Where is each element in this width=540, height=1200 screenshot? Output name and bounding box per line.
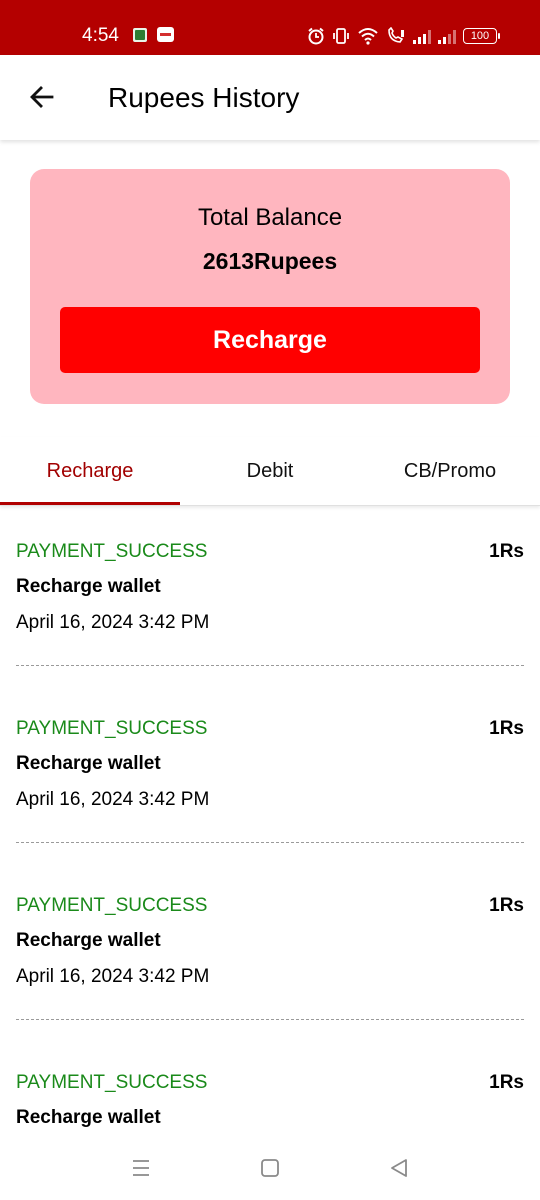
transaction-date: April 16, 2024 3:42 PM: [16, 789, 210, 810]
signal-icon-2: [438, 28, 456, 44]
dashed-divider: [16, 665, 524, 666]
status-time: 4:54: [82, 25, 119, 46]
dashed-divider: [16, 1019, 524, 1020]
transaction-status: PAYMENT_SUCCESS: [16, 895, 208, 916]
balance-label: Total Balance: [197, 204, 343, 231]
back-icon[interactable]: [387, 1156, 411, 1180]
transaction-amount: 1Rs: [489, 541, 524, 562]
news-app-icon: [157, 27, 174, 42]
transaction-date: April 16, 2024 3:42 PM: [16, 966, 210, 987]
arrow-left-icon[interactable]: [28, 83, 56, 111]
wifi-calling-icon: [388, 27, 404, 43]
transaction-status: PAYMENT_SUCCESS: [16, 718, 208, 739]
transaction-title: Recharge wallet: [16, 930, 161, 951]
status-icons: 100: [307, 24, 500, 48]
list-item[interactable]: PAYMENT_SUCCESS 1Rs Recharge wallet: [0, 1038, 540, 1148]
alarm-icon: [308, 27, 324, 45]
transaction-amount: 1Rs: [489, 1072, 524, 1093]
transaction-list[interactable]: PAYMENT_SUCCESS 1Rs Recharge wallet Apri…: [0, 507, 540, 1148]
tab-debit[interactable]: Debit: [180, 437, 360, 505]
balance-card: Total Balance 2613Rupees Recharge: [30, 169, 510, 404]
signal-icon: [413, 28, 431, 44]
transaction-title: Recharge wallet: [16, 1107, 161, 1128]
transaction-amount: 1Rs: [489, 895, 524, 916]
tab-recharge[interactable]: Recharge: [0, 437, 180, 505]
list-item[interactable]: PAYMENT_SUCCESS 1Rs Recharge wallet Apri…: [0, 861, 540, 1038]
vibrate-icon: [333, 28, 349, 44]
transaction-date: April 16, 2024 3:42 PM: [16, 612, 210, 633]
transaction-status: PAYMENT_SUCCESS: [16, 1072, 208, 1093]
status-bar: 4:54 100: [0, 0, 540, 55]
transaction-status: PAYMENT_SUCCESS: [16, 541, 208, 562]
recharge-button[interactable]: Recharge: [60, 307, 480, 373]
list-item[interactable]: PAYMENT_SUCCESS 1Rs Recharge wallet Apri…: [0, 684, 540, 861]
battery-level: 100: [463, 28, 497, 44]
list-item[interactable]: PAYMENT_SUCCESS 1Rs Recharge wallet Apri…: [0, 507, 540, 684]
gallery-app-icon: [133, 28, 147, 42]
dashed-divider: [16, 842, 524, 843]
app-bar: Rupees History: [0, 55, 540, 140]
transaction-title: Recharge wallet: [16, 576, 161, 597]
tab-cb-promo[interactable]: CB/Promo: [360, 437, 540, 505]
transaction-title: Recharge wallet: [16, 753, 161, 774]
wifi-icon: [358, 28, 378, 45]
system-nav-bar: [0, 1148, 540, 1200]
menu-icon[interactable]: [129, 1156, 153, 1180]
tab-bar: Recharge Debit CB/Promo: [0, 437, 540, 506]
page-title: Rupees History: [108, 82, 300, 113]
home-icon[interactable]: [258, 1156, 282, 1180]
transaction-amount: 1Rs: [489, 718, 524, 739]
battery-icon: 100: [463, 28, 500, 44]
tab-indicator: [0, 502, 180, 505]
balance-value: 2613Rupees: [202, 248, 338, 274]
